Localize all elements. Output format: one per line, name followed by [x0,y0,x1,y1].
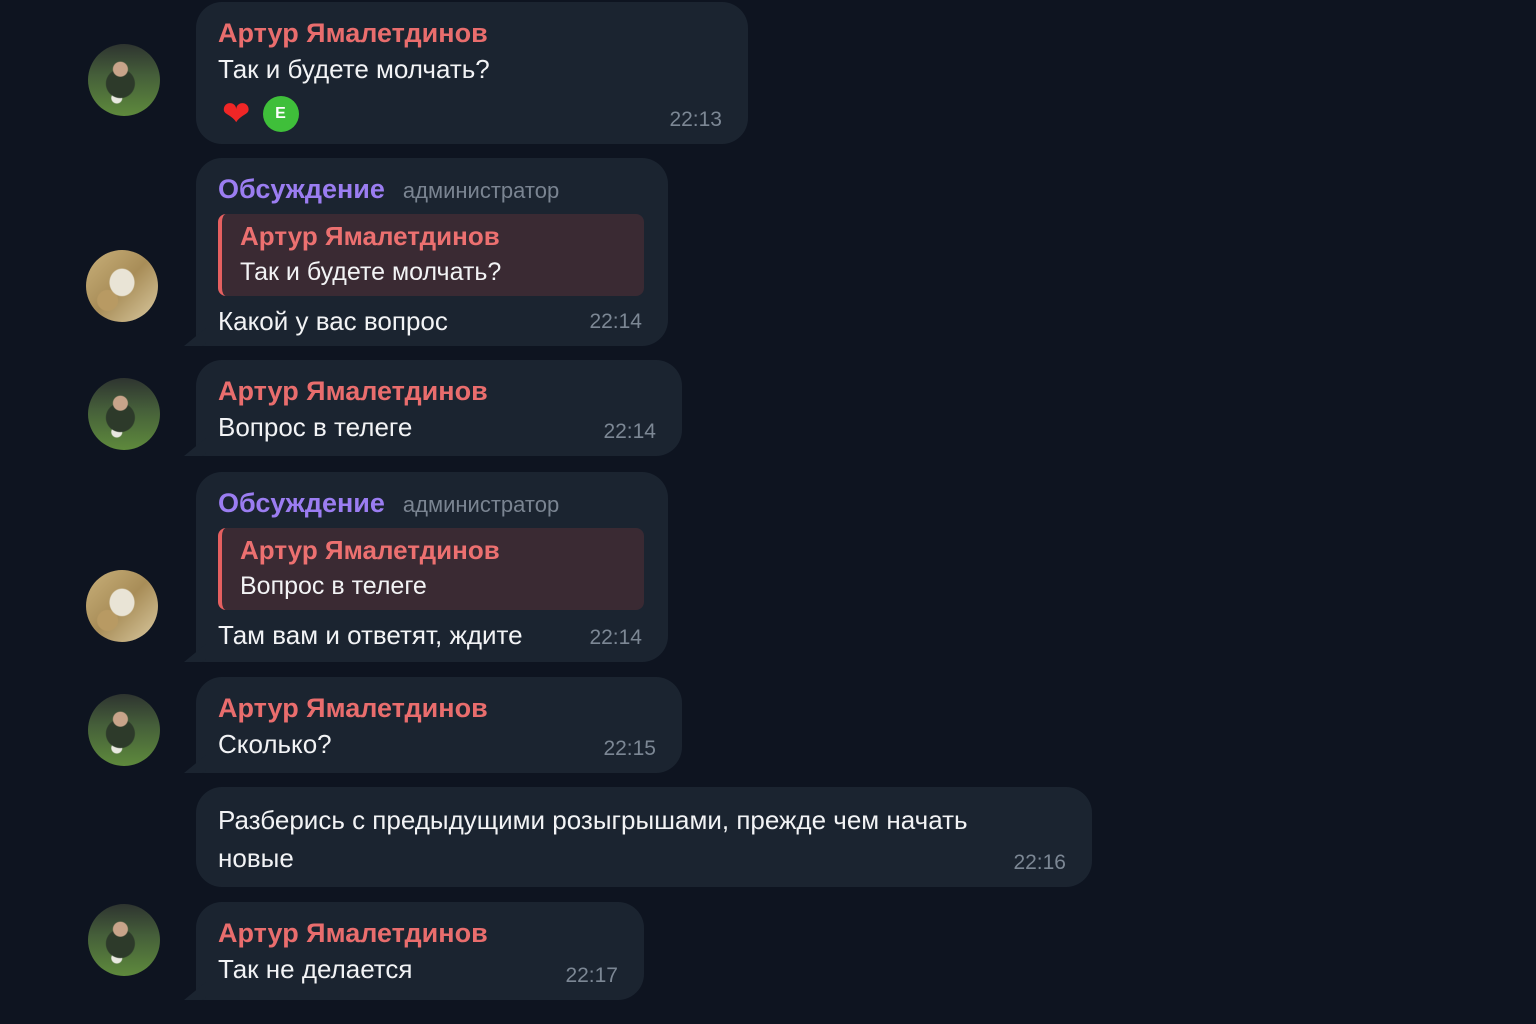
message-text: Так не делается [218,954,413,984]
message-text-line: Разберись с предыдущими розыгрышами, пре… [218,805,968,835]
message-time: 22:17 [565,964,618,987]
avatar[interactable] [88,904,160,976]
message-bubble[interactable]: Артур Ямалетдинов Так и будете молчать? … [196,2,748,144]
message-time: 22:14 [589,310,642,333]
reply-text: Так и будете молчать? [240,258,502,286]
avatar[interactable] [88,694,160,766]
reply-sender: Артур Ямалетдинов [240,221,500,251]
sender-name[interactable]: Артур Ямалетдинов [218,374,658,408]
sender-name[interactable]: Обсуждение администратор [218,486,644,522]
message-bubble[interactable]: Артур Ямалетдинов Вопрос в телеге 22:14 [196,360,682,456]
message-text: Сколько? [218,729,332,759]
message-text: Так и будете молчать? [218,54,490,84]
sender-name[interactable]: Обсуждение администратор [218,172,644,208]
message-bubble[interactable]: Артур Ямалетдинов Так не делается 22:17 [196,902,644,1000]
heart-icon[interactable]: ❤ [222,97,251,131]
sender-name[interactable]: Артур Ямалетдинов [218,691,658,725]
message-text: Какой у вас вопрос [218,306,448,336]
message-time: 22:14 [603,420,656,443]
message-time: 22:14 [589,626,642,649]
sender-name-label: Обсуждение [218,488,385,518]
reactions-row[interactable]: ❤ E [218,94,724,134]
message-text: Там вам и ответят, ждите [218,620,523,650]
avatar[interactable] [88,378,160,450]
reply-text: Вопрос в телеге [240,572,427,600]
sender-name-label: Обсуждение [218,174,385,204]
message-time: 22:16 [1013,851,1066,874]
avatar[interactable] [86,570,158,642]
message-text-line: новые [218,843,294,873]
message-bubble[interactable]: Разберись с предыдущими розыгрышами, пре… [196,787,1092,887]
message-text: Вопрос в телеге [218,412,413,442]
message-time: 22:13 [669,108,722,131]
reply-quote[interactable]: Артур Ямалетдинов Вопрос в телеге [218,528,644,610]
message-time: 22:15 [603,737,656,760]
message-bubble[interactable]: Артур Ямалетдинов Сколько? 22:15 [196,677,682,773]
chat-view: Артур Ямалетдинов Так и будете молчать? … [0,0,1536,1024]
avatar[interactable] [86,250,158,322]
sender-name[interactable]: Артур Ямалетдинов [218,16,724,50]
message-bubble[interactable]: Обсуждение администратор Артур Ямалетдино… [196,472,668,662]
sender-role: администратор [402,492,560,517]
reply-quote[interactable]: Артур Ямалетдинов Так и будете молчать? [218,214,644,296]
reactor-avatar[interactable]: E [262,96,299,132]
message-bubble[interactable]: Обсуждение администратор Артур Ямалетдино… [196,158,668,346]
reply-sender: Артур Ямалетдинов [240,535,500,565]
sender-role: администратор [402,178,560,203]
avatar[interactable] [88,44,160,116]
sender-name[interactable]: Артур Ямалетдинов [218,916,620,950]
